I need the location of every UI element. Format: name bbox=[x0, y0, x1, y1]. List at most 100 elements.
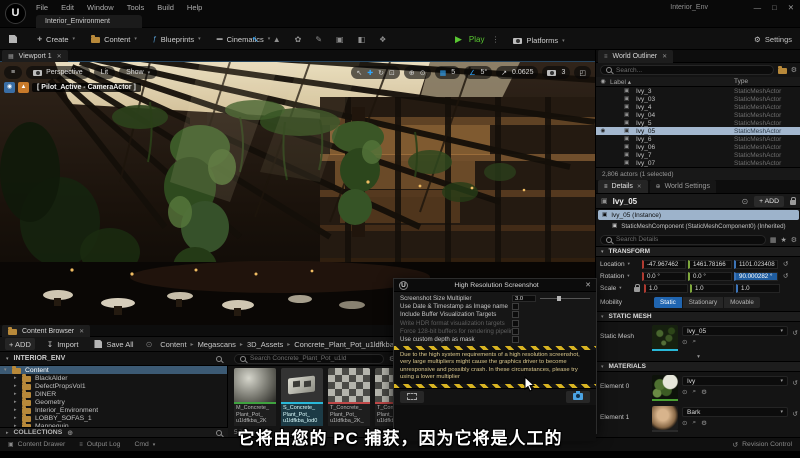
folder-tree-item[interactable]: ▸ BlackAlder bbox=[0, 374, 227, 382]
material-dropdown[interactable]: Bark ▾ bbox=[682, 407, 788, 417]
content-button[interactable]: Content▾ bbox=[84, 31, 144, 47]
content-browser-tab[interactable]: Content Browser ✕ bbox=[2, 325, 90, 337]
option-checkbox[interactable] bbox=[512, 328, 519, 335]
chevron-right-icon[interactable]: ▸ bbox=[14, 407, 18, 413]
scale-lock-icon[interactable] bbox=[634, 287, 640, 292]
scale-label[interactable]: Scale▾ bbox=[600, 285, 632, 292]
project-tab[interactable]: Interior_Environment bbox=[36, 15, 142, 28]
chevron-right-icon[interactable]: ▸ bbox=[14, 375, 18, 381]
outliner-row[interactable]: ◉ ▣ Ivy_4 StaticMeshActor bbox=[596, 103, 800, 111]
lock-icon[interactable] bbox=[790, 200, 796, 205]
outliner-row[interactable]: ◉ ▣ Ivy_03 StaticMeshActor bbox=[596, 95, 800, 103]
world-outliner-tab[interactable]: ≡ World Outliner ✕ bbox=[598, 50, 673, 63]
viewport-tab[interactable]: ▦ Viewport 1 ✕ bbox=[2, 50, 68, 62]
eye-icon[interactable]: ◉ bbox=[596, 128, 610, 134]
lit-dropdown[interactable]: Lit bbox=[94, 66, 115, 79]
outliner-row[interactable]: ◉ ▣ Ivy_06 StaticMeshActor bbox=[596, 143, 800, 151]
transform-tools[interactable]: ↖ ✚ ↻ ⊡ bbox=[351, 66, 400, 79]
chevron-right-icon[interactable]: ▸ bbox=[14, 383, 18, 389]
rotation-x-field[interactable]: 0.0 ° bbox=[642, 272, 686, 281]
outliner-row[interactable]: ◉ ▣ Ivy_3 StaticMeshActor bbox=[596, 87, 800, 95]
details-settings-icon[interactable]: ⚙ bbox=[791, 236, 797, 244]
menu-item[interactable]: Window bbox=[87, 3, 114, 12]
close-icon[interactable]: ✕ bbox=[585, 281, 591, 289]
editor-mode-icon[interactable]: ◧ bbox=[358, 35, 366, 44]
editor-mode-icon[interactable]: ✎ bbox=[315, 35, 322, 44]
breadcrumb-item[interactable]: 3D_Assets▸ bbox=[247, 340, 290, 349]
editor-mode-icon[interactable]: ▣ bbox=[336, 35, 344, 44]
perspective-dropdown[interactable]: Perspective bbox=[26, 66, 90, 79]
scale-y-field[interactable]: 1.0 bbox=[690, 284, 734, 293]
chevron-right-icon[interactable]: ▸ bbox=[14, 391, 18, 397]
multiplier-slider[interactable] bbox=[540, 295, 590, 302]
close-icon[interactable]: ✕ bbox=[662, 53, 667, 60]
specify-capture-region-button[interactable] bbox=[400, 391, 424, 403]
mobility-option[interactable]: Stationary bbox=[683, 297, 723, 308]
camera-speed-control[interactable]: 3 bbox=[542, 66, 570, 79]
chevron-right-icon[interactable]: ▸ bbox=[14, 399, 18, 405]
mobility-option[interactable]: Movable bbox=[724, 297, 760, 308]
maximize-viewport-button[interactable]: ◰ bbox=[574, 66, 591, 79]
rotation-z-field[interactable]: 90.000282 ° bbox=[734, 272, 778, 281]
play-options-icon[interactable]: ⋮ bbox=[491, 35, 499, 44]
close-icon[interactable]: ✕ bbox=[57, 53, 62, 60]
reset-material-icon[interactable]: ↺ bbox=[793, 379, 798, 387]
breadcrumb-item[interactable]: Concrete_Plant_Pot_u1ldfkba▸ bbox=[294, 340, 394, 349]
reset-material-icon[interactable]: ↺ bbox=[793, 410, 798, 418]
outliner-settings-icon[interactable]: ⚙ bbox=[791, 66, 797, 74]
breadcrumb-item[interactable]: Content▸ bbox=[160, 340, 193, 349]
folder-tree-item[interactable]: ▸ LOBBY_SOFAS_1 bbox=[0, 414, 227, 422]
use-selected-icon[interactable]: ⊙ bbox=[682, 388, 687, 396]
world-settings-tab[interactable]: ⊕ World Settings bbox=[650, 180, 716, 193]
high-resolution-screenshot-dialog[interactable]: U High Resolution Screenshot ✕ Screensho… bbox=[393, 278, 597, 434]
rotation-label[interactable]: Rotation▾ bbox=[600, 273, 640, 280]
material-options-icon[interactable]: ⚙ bbox=[701, 388, 707, 396]
scale-snap-control[interactable]: ↗ 0.0625 bbox=[496, 66, 538, 79]
eject-pilot-button[interactable]: ▲ bbox=[18, 82, 29, 93]
play-label[interactable]: Play bbox=[469, 35, 485, 44]
type-column[interactable]: Type bbox=[734, 78, 800, 85]
scale-tool-icon[interactable]: ⊡ bbox=[389, 69, 395, 77]
import-button[interactable]: ↧Import bbox=[43, 338, 83, 350]
asset-search-input[interactable]: Search Concrete_Plant_Pot_u1ld bbox=[234, 354, 384, 364]
save-icon[interactable] bbox=[9, 35, 17, 45]
static-mesh-dropdown[interactable]: Ivy_05 ▾ bbox=[682, 326, 788, 336]
rotation-y-field[interactable]: 0.0 ° bbox=[688, 272, 732, 281]
outliner-row[interactable]: ◉ ▣ Ivy_05 StaticMeshActor bbox=[596, 127, 800, 135]
editor-mode-icon[interactable]: ❖ bbox=[379, 35, 386, 44]
folder-tree-item[interactable]: ▸ DefectPropsVol1 bbox=[0, 382, 227, 390]
reset-location-icon[interactable]: ↺ bbox=[783, 260, 788, 268]
component-row[interactable]: ▣ Ivy_05 (Instance) bbox=[598, 210, 799, 220]
editor-mode-icon[interactable]: ✿ bbox=[295, 35, 302, 44]
settings-button[interactable]: ⚙ Settings bbox=[754, 28, 792, 50]
search-icon[interactable] bbox=[216, 356, 222, 362]
outliner-row[interactable]: ◉ ▣ Ivy_6 StaticMeshActor bbox=[596, 135, 800, 143]
sources-header[interactable]: ▾ INTERIOR_ENV bbox=[0, 355, 228, 362]
outliner-row[interactable]: ◉ ▣ Ivy_7 StaticMeshActor bbox=[596, 151, 800, 159]
label-column[interactable]: Label ▴ bbox=[610, 78, 734, 86]
select-tool-icon[interactable]: ↖ bbox=[356, 69, 362, 77]
grid-snap-control[interactable]: ▦ 5 bbox=[435, 66, 461, 79]
close-icon[interactable]: ✕ bbox=[79, 328, 84, 335]
details-tab[interactable]: ≡ Details ✕ bbox=[598, 180, 648, 193]
dialog-title-bar[interactable]: U High Resolution Screenshot ✕ bbox=[394, 279, 596, 292]
use-selected-icon[interactable]: ⊙ bbox=[682, 338, 687, 346]
maximize-button[interactable]: □ bbox=[772, 3, 777, 12]
browse-to-icon[interactable]: ⌕ bbox=[692, 388, 696, 396]
browse-to-icon[interactable]: ⌕ bbox=[692, 338, 696, 346]
location-z-field[interactable]: 1101.023408 bbox=[734, 260, 778, 269]
grid-view-icon[interactable]: ▦ bbox=[770, 236, 777, 244]
static-mesh-thumbnail[interactable] bbox=[652, 325, 678, 349]
editor-mode-icon[interactable]: ▲ bbox=[273, 35, 281, 44]
folder-icon[interactable] bbox=[778, 68, 787, 74]
breadcrumb-item[interactable]: Megascans▸ bbox=[198, 340, 243, 349]
chevron-down-icon[interactable]: ▾ bbox=[4, 367, 8, 373]
outliner-row[interactable]: ◉ ▣ Ivy_5 StaticMeshActor bbox=[596, 119, 800, 127]
surface-snap-icon[interactable]: ⊙ bbox=[420, 69, 426, 77]
materials-section-header[interactable]: ▾ MATERIALS bbox=[596, 361, 800, 372]
scale-z-field[interactable]: 1.0 bbox=[736, 284, 780, 293]
chevron-right-icon[interactable]: ▸ bbox=[14, 415, 18, 421]
location-label[interactable]: Location▾ bbox=[600, 261, 640, 268]
folder-tree-item[interactable]: ▸ DINER bbox=[0, 390, 227, 398]
platforms-button[interactable]: Platforms▾ bbox=[506, 33, 571, 49]
